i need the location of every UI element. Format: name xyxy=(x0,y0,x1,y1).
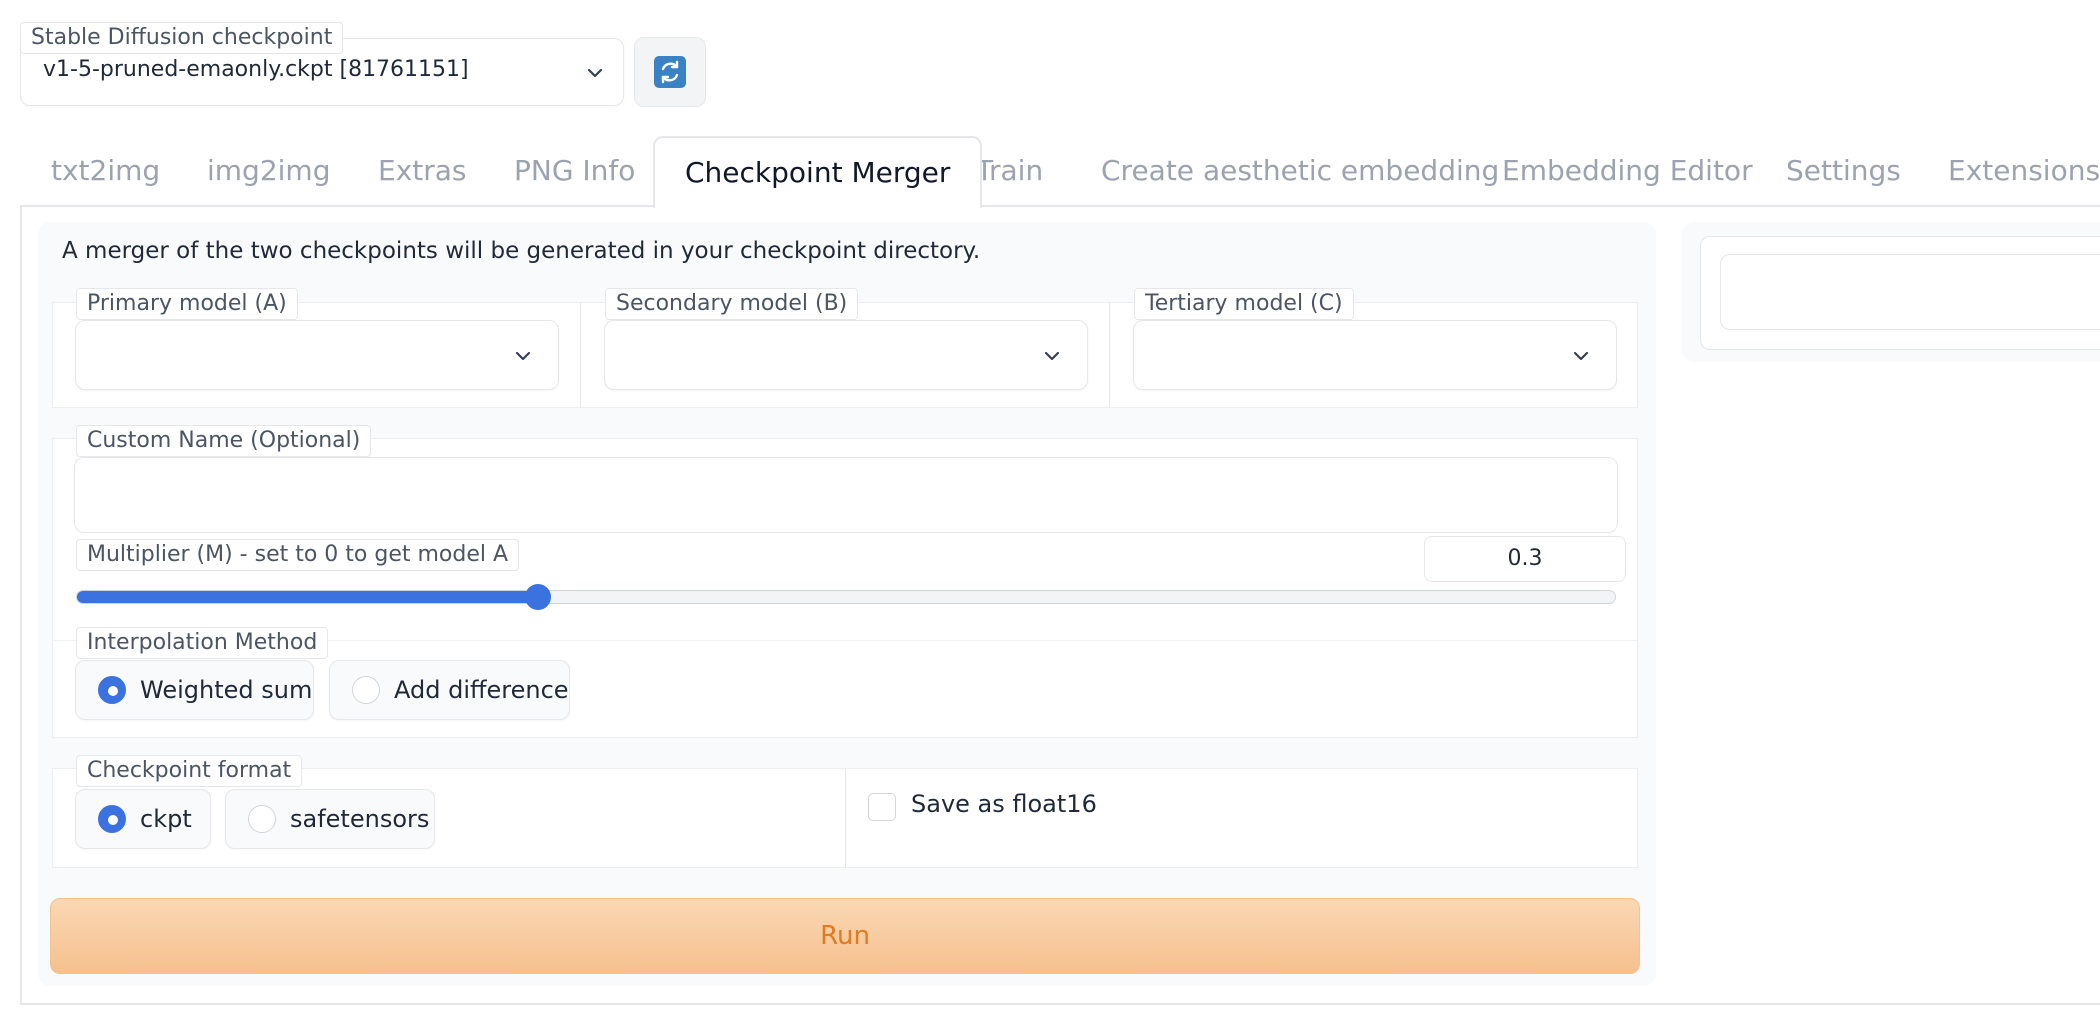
tab-txt2img[interactable]: txt2img xyxy=(21,136,190,206)
tab-create-aesthetic-embedding[interactable]: Create aesthetic embedding xyxy=(1071,136,1529,206)
multiplier-slider-thumb[interactable] xyxy=(525,584,551,610)
tab-img2img[interactable]: img2img xyxy=(177,136,360,206)
run-button[interactable]: Run xyxy=(50,898,1640,974)
custom-name-label: Custom Name (Optional) xyxy=(76,425,372,457)
tab-extras[interactable]: Extras xyxy=(348,136,497,206)
tab-png-info[interactable]: PNG Info xyxy=(484,136,665,206)
radio-safetensors[interactable]: safetensors xyxy=(225,789,435,849)
secondary-model-label: Secondary model (B) xyxy=(605,288,859,320)
checkpoint-label: Stable Diffusion checkpoint xyxy=(20,22,344,54)
divider xyxy=(845,768,846,868)
merger-description: A merger of the two checkpoints will be … xyxy=(62,238,981,264)
radio-weighted-sum[interactable]: Weighted sum xyxy=(75,660,314,720)
primary-model-dropdown[interactable] xyxy=(75,320,559,390)
radio-add-difference-label: Add difference xyxy=(394,676,569,704)
checkpoint-value: v1-5-pruned-emaonly.ckpt [81761151] xyxy=(43,57,469,82)
divider xyxy=(580,302,581,408)
tertiary-model-label: Tertiary model (C) xyxy=(1134,288,1354,320)
radio-ckpt-label: ckpt xyxy=(140,805,192,833)
radio-ckpt[interactable]: ckpt xyxy=(75,789,211,849)
tab-checkpoint-merger[interactable]: Checkpoint Merger xyxy=(653,136,983,208)
radio-unselected-icon xyxy=(248,805,276,833)
secondary-model-dropdown[interactable] xyxy=(604,320,1088,390)
chevron-down-icon xyxy=(1042,346,1062,366)
interpolation-method-label: Interpolation Method xyxy=(76,627,329,659)
chevron-down-icon xyxy=(513,346,533,366)
refresh-icon xyxy=(654,56,686,88)
tab-extensions[interactable]: Extensions xyxy=(1918,136,2100,206)
multiplier-number-input[interactable]: 0.3 xyxy=(1424,536,1626,582)
radio-selected-icon xyxy=(98,805,126,833)
multiplier-slider[interactable] xyxy=(76,590,1616,604)
checkpoint-format-label: Checkpoint format xyxy=(76,755,303,787)
radio-selected-icon xyxy=(98,676,126,704)
radio-unselected-icon xyxy=(352,676,380,704)
result-output-field xyxy=(1720,254,2100,330)
tab-settings[interactable]: Settings xyxy=(1756,136,1931,206)
radio-safetensors-label: safetensors xyxy=(290,805,430,833)
radio-weighted-sum-label: Weighted sum xyxy=(140,676,313,704)
refresh-checkpoints-button[interactable] xyxy=(634,37,706,107)
chevron-down-icon xyxy=(585,63,605,83)
tab-embedding-editor[interactable]: Embedding Editor xyxy=(1472,136,1783,206)
multiplier-label: Multiplier (M) - set to 0 to get model A xyxy=(76,539,520,571)
save-float16-checkbox[interactable] xyxy=(868,793,896,821)
save-float16-label: Save as float16 xyxy=(911,790,1097,818)
tertiary-model-dropdown[interactable] xyxy=(1133,320,1617,390)
chevron-down-icon xyxy=(1571,346,1591,366)
radio-add-difference[interactable]: Add difference xyxy=(329,660,570,720)
multiplier-slider-fill xyxy=(77,591,539,603)
primary-model-label: Primary model (A) xyxy=(76,288,298,320)
divider xyxy=(1109,302,1110,408)
custom-name-input[interactable] xyxy=(74,457,1618,533)
